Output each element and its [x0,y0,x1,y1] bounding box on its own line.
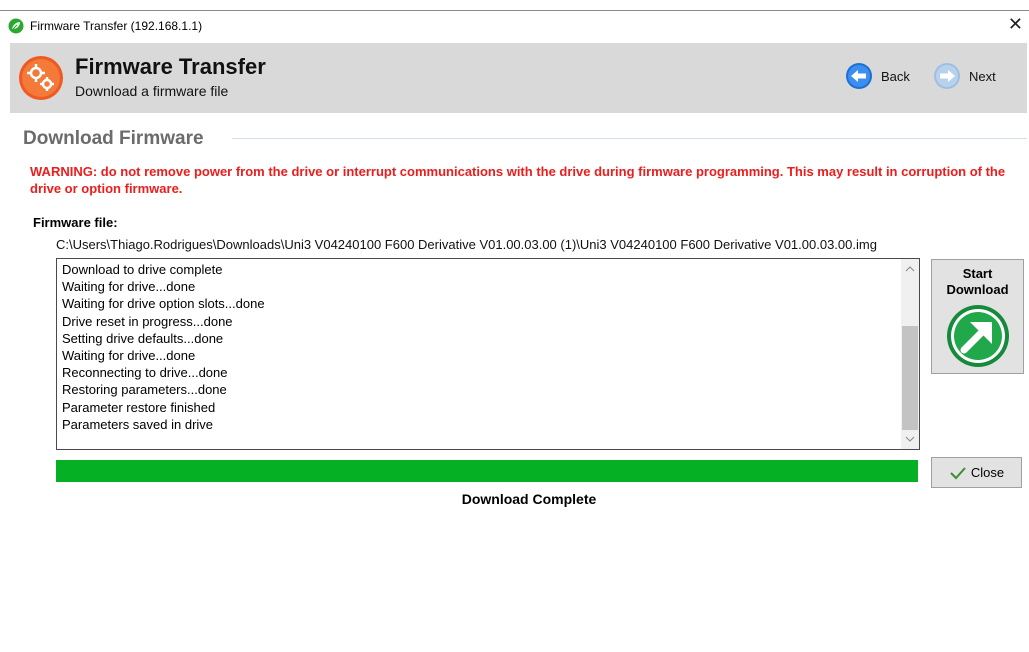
log-line: Drive reset in progress...done [62,313,233,329]
window-title: Firmware Transfer (192.168.1.1) [30,19,203,33]
log-line: Waiting for drive option slots...done [62,296,265,312]
log-line: Waiting for drive...done [62,279,196,295]
log-line: Waiting for drive...done [62,348,196,364]
scroll-up-icon[interactable] [904,263,916,275]
wizard-header: Firmware Transfer Download a firmware fi… [10,43,1027,113]
log-line: Download to drive complete [62,262,223,277]
next-arrow-icon [934,63,960,89]
next-label: Next [969,68,996,84]
firmware-file-label: Firmware file: [33,215,118,230]
log-scrollbar[interactable] [901,259,919,449]
close-button[interactable]: Close [931,457,1022,488]
transfer-log[interactable]: Download to drive complete Waiting for d… [56,258,920,450]
close-label: Close [970,465,1005,480]
leaf-icon [8,18,24,34]
header-title: Firmware Transfer [75,54,266,79]
window-titlebar: Firmware Transfer (192.168.1.1) ✕ [0,10,1029,39]
start-download-label: Start Download [932,266,1023,298]
download-arrow-icon [947,305,1009,367]
start-download-button[interactable]: Start Download [931,259,1024,374]
progress-status: Download Complete [461,491,597,507]
scroll-thumb[interactable] [902,326,918,430]
download-progress-bar [56,460,918,482]
log-line: Parameter restore finished [62,399,216,415]
checkmark-icon [950,466,966,479]
log-lines: Download to drive complete Waiting for d… [62,261,265,433]
back-arrow-icon [846,63,872,89]
back-button[interactable]: Back [845,61,910,91]
log-line: Setting drive defaults...done [62,330,224,346]
window-close-icon[interactable]: ✕ [1008,14,1023,35]
next-button[interactable]: Next [933,61,996,91]
start-label-line1: Start [962,266,993,281]
firmware-file-path: C:\Users\Thiago.Rodrigues\Downloads\Uni3… [56,237,877,252]
gears-icon [19,56,63,100]
progress-fill [56,460,918,482]
warning-message: WARNING: do not remove power from the dr… [30,164,1006,196]
log-line: Restoring parameters...done [62,382,227,398]
start-label-line2: Download [946,282,1009,297]
scroll-down-icon[interactable] [904,433,916,445]
log-line: Parameters saved in drive [62,416,214,432]
section-divider [232,138,1027,139]
log-line: Reconnecting to drive...done [62,365,228,381]
section-title: Download Firmware [23,128,204,149]
header-subtitle: Download a firmware file [75,83,229,99]
back-label: Back [881,68,910,84]
